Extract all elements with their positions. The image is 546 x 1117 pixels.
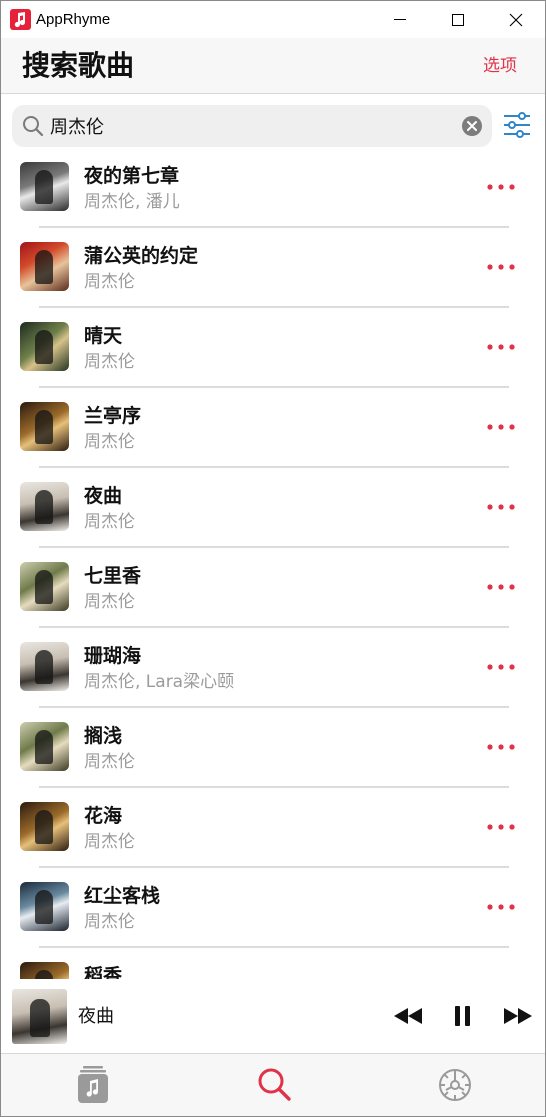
window-title: AppRhyme: [36, 11, 111, 28]
app-window: AppRhyme 搜索歌曲 选项 周杰伦 夜的第七章 周杰伦, 潘儿 蒲公英的约…: [0, 0, 546, 1117]
more-options-icon[interactable]: [486, 342, 516, 352]
song-artist: 周杰伦: [84, 352, 135, 372]
now-playing-bar[interactable]: 夜曲: [1, 979, 545, 1053]
now-playing-title: 夜曲: [78, 1006, 114, 1027]
song-artist: 周杰伦: [84, 752, 135, 772]
album-cover: [20, 242, 69, 291]
album-cover: [20, 562, 69, 611]
more-options-icon[interactable]: [486, 662, 516, 672]
song-title: 珊瑚海: [84, 645, 142, 667]
album-cover: [20, 162, 69, 211]
more-options-icon[interactable]: [486, 822, 516, 832]
song-artist: 周杰伦: [84, 512, 135, 532]
song-row[interactable]: 蒲公英的约定 周杰伦: [1, 239, 545, 319]
divider: [39, 866, 509, 868]
filter-icon[interactable]: [503, 112, 531, 138]
divider: [39, 466, 509, 468]
search-bar[interactable]: [12, 105, 492, 147]
album-cover: [20, 322, 69, 371]
more-options-icon[interactable]: [486, 182, 516, 192]
page-title: 搜索歌曲: [22, 49, 135, 82]
song-title: 稻香: [84, 965, 123, 979]
song-artist: 周杰伦: [84, 592, 135, 612]
minimize-button[interactable]: [371, 1, 429, 38]
song-row[interactable]: 七里香 周杰伦: [1, 559, 545, 639]
more-options-icon[interactable]: [486, 902, 516, 912]
song-row[interactable]: 稻香: [1, 959, 545, 979]
song-row[interactable]: 珊瑚海 周杰伦, Lara梁心颐: [1, 639, 545, 719]
song-row[interactable]: 夜曲 周杰伦: [1, 479, 545, 559]
song-row[interactable]: 搁浅 周杰伦: [1, 719, 545, 799]
app-logo-icon: [10, 9, 31, 30]
more-options-icon[interactable]: [486, 742, 516, 752]
song-title: 蒲公英的约定: [84, 245, 199, 267]
song-row[interactable]: 兰亭序 周杰伦: [1, 399, 545, 479]
album-cover: [20, 802, 69, 851]
song-row[interactable]: 花海 周杰伦: [1, 799, 545, 879]
song-list[interactable]: 夜的第七章 周杰伦, 潘儿 蒲公英的约定 周杰伦 晴天 周杰伦 兰亭序 周杰伦: [1, 156, 545, 979]
music-library-icon[interactable]: [77, 1066, 109, 1104]
song-title: 晴天: [84, 325, 123, 347]
song-artist: 周杰伦: [84, 912, 135, 932]
song-title: 兰亭序: [84, 405, 142, 427]
title-bar: AppRhyme: [1, 1, 545, 38]
divider: [39, 386, 509, 388]
now-playing-cover[interactable]: [12, 989, 67, 1044]
song-title: 夜的第七章: [84, 165, 180, 187]
album-cover: [20, 962, 69, 979]
song-title: 夜曲: [84, 485, 123, 507]
more-options-icon[interactable]: [486, 262, 516, 272]
search-tab-icon[interactable]: [257, 1066, 293, 1104]
divider: [39, 226, 509, 228]
song-row[interactable]: 夜的第七章 周杰伦, 潘儿: [1, 159, 545, 239]
more-options-icon[interactable]: [486, 422, 516, 432]
album-cover: [20, 642, 69, 691]
album-cover: [20, 402, 69, 451]
song-artist: 周杰伦, 潘儿: [84, 192, 180, 212]
song-artist: 周杰伦: [84, 272, 135, 292]
song-row[interactable]: 红尘客栈 周杰伦: [1, 879, 545, 959]
divider: [39, 946, 509, 948]
song-title: 红尘客栈: [84, 885, 161, 907]
song-artist: 周杰伦: [84, 832, 135, 852]
maximize-button[interactable]: [429, 1, 487, 38]
previous-track-icon[interactable]: [392, 1001, 424, 1031]
settings-icon[interactable]: [436, 1066, 474, 1104]
page-header: 搜索歌曲 选项: [1, 38, 545, 94]
song-title: 花海: [84, 805, 123, 827]
more-options-icon[interactable]: [486, 582, 516, 592]
search-icon: [23, 116, 44, 137]
more-options-icon[interactable]: [486, 502, 516, 512]
divider: [39, 306, 509, 308]
search-input[interactable]: [50, 105, 450, 147]
close-button[interactable]: [487, 1, 545, 38]
song-artist: 周杰伦: [84, 432, 135, 452]
album-cover: [20, 482, 69, 531]
album-cover: [20, 722, 69, 771]
divider: [39, 626, 509, 628]
options-button[interactable]: 选项: [483, 55, 517, 77]
tab-bar: [1, 1053, 545, 1116]
divider: [39, 786, 509, 788]
song-row[interactable]: 晴天 周杰伦: [1, 319, 545, 399]
next-track-icon[interactable]: [502, 1001, 534, 1031]
album-cover: [20, 882, 69, 931]
divider: [39, 546, 509, 548]
song-artist: 周杰伦, Lara梁心颐: [84, 672, 235, 692]
pause-icon[interactable]: [453, 1001, 473, 1031]
song-title: 搁浅: [84, 725, 123, 747]
clear-search-icon[interactable]: [461, 115, 483, 137]
divider: [39, 706, 509, 708]
song-title: 七里香: [84, 565, 142, 587]
